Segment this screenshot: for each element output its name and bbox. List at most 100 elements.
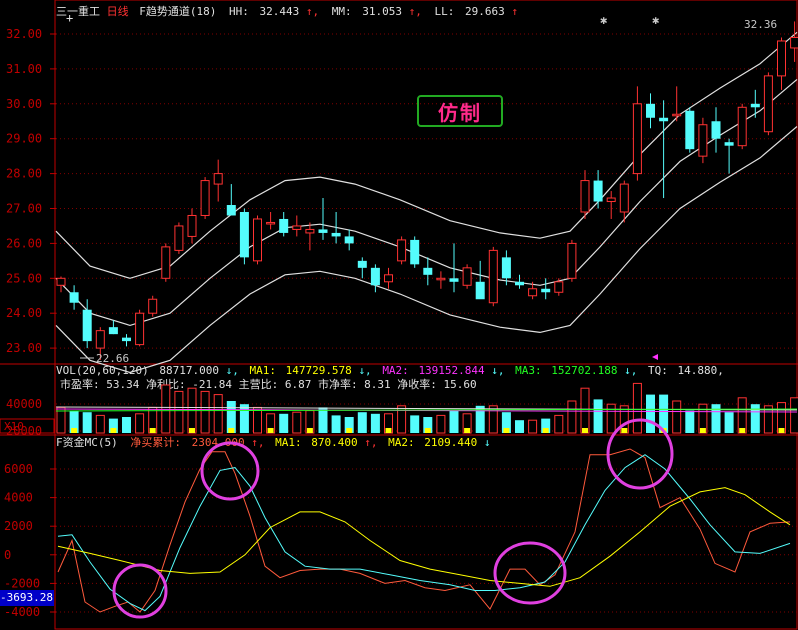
candlestick	[567, 239, 577, 282]
price-axis-label: 31.00	[6, 62, 42, 76]
volume-bar	[239, 404, 249, 433]
volume-marker	[346, 428, 353, 433]
candlestick	[69, 285, 79, 310]
stock-chart[interactable]: 三一重工 日线 F趋势通道(18) HH: 32.443 ↑, MM: 31.0…	[0, 0, 798, 630]
volume-bar	[174, 390, 184, 434]
volume-bar	[410, 415, 420, 433]
highlight-circle	[200, 441, 260, 501]
candlestick	[357, 257, 367, 279]
volume-marker	[267, 428, 274, 433]
volume-bar	[200, 390, 210, 434]
volume-bar	[724, 412, 734, 433]
volume-bar	[580, 387, 590, 434]
candlestick	[685, 107, 695, 153]
volume-bar	[593, 399, 603, 433]
price-axis-label: 24.00	[6, 306, 42, 320]
candlestick	[253, 215, 262, 265]
candlestick	[305, 222, 315, 251]
fund-axis-label: 6000	[4, 462, 33, 476]
volume-marker	[149, 428, 156, 433]
volume-bar	[213, 394, 223, 434]
volume-marker	[385, 428, 392, 433]
marker-triangle-icon	[652, 354, 658, 360]
candlestick	[122, 334, 131, 347]
header-line: 三一重工 日线 F趋势通道(18) HH: 32.443 ↑, MM: 31.0…	[56, 4, 518, 18]
fund-axis-label: 0	[4, 548, 11, 562]
candlestick	[423, 257, 433, 286]
volume-marker	[189, 428, 195, 433]
candlestick	[108, 320, 118, 335]
volume-bar	[292, 411, 302, 434]
candlestick	[344, 229, 354, 251]
financial-ratios: 市盈率: 53.34 净利比: -21.84 主营比: 6.87 市净率: 8.…	[60, 377, 477, 391]
candlestick	[777, 37, 786, 90]
volume-bar	[331, 415, 341, 433]
vol-unit: X10	[4, 420, 24, 433]
candlestick	[200, 177, 210, 219]
fund-axis-label: 4000	[4, 491, 33, 505]
price-axis-label: 26.00	[6, 236, 42, 250]
channel-upper-line	[55, 31, 798, 279]
volume-bar	[632, 382, 642, 434]
fund-axis-label: -2000	[4, 576, 40, 590]
vol-header: VOL(20,60,120) 88717.000 ↓, MA1: 147729.…	[56, 364, 724, 377]
candlestick	[488, 246, 498, 307]
volume-bar	[95, 414, 105, 434]
candlestick	[239, 208, 249, 265]
candlestick	[659, 100, 669, 199]
candlestick	[632, 86, 642, 181]
candlestick	[148, 295, 158, 317]
volume-marker	[503, 428, 510, 433]
volume-marker	[228, 428, 235, 433]
price-axis-label: 29.00	[6, 132, 42, 146]
candlestick	[606, 191, 616, 219]
volume-marker	[778, 428, 785, 433]
price-axis-label: 30.00	[6, 97, 42, 111]
candlestick	[672, 86, 682, 122]
candlestick	[462, 264, 472, 289]
candlestick	[318, 198, 328, 240]
candlestick	[436, 271, 446, 289]
price-axis-label: 25.00	[6, 271, 42, 285]
current-value-badge: -3693.28	[0, 590, 54, 606]
candlestick	[226, 184, 236, 216]
candlestick	[279, 211, 289, 237]
volume-bar	[672, 400, 682, 434]
candlestick	[711, 107, 721, 153]
fund-axis-label: -4000	[4, 605, 40, 619]
watermark-stamp: 仿制	[417, 95, 503, 127]
candlestick	[750, 89, 760, 118]
candlestick	[541, 278, 551, 300]
volume-bar	[253, 406, 262, 434]
candlestick	[475, 260, 485, 300]
candlestick	[56, 276, 66, 293]
candlestick	[397, 236, 407, 265]
highlight-circle	[112, 563, 168, 619]
volume-bar	[279, 413, 289, 433]
high-price-label: 32.36	[744, 18, 777, 31]
volume-bar	[737, 397, 747, 434]
volume-bar	[528, 419, 538, 434]
volume-bar	[135, 413, 145, 434]
candlestick	[593, 170, 603, 209]
stock-name: 三一重工	[56, 4, 100, 18]
price-axis-label: 28.00	[6, 167, 42, 181]
indicator-name: F趋势通道(18)	[139, 4, 216, 18]
candlestick	[724, 138, 734, 174]
cross-marker-icon: +	[66, 11, 73, 25]
candlestick	[763, 72, 773, 136]
volume-marker	[542, 428, 549, 433]
price-axis-label: 32.00	[6, 27, 42, 41]
candlestick	[161, 243, 171, 282]
candlestick	[266, 211, 276, 230]
candlestick	[174, 222, 184, 254]
volume-marker	[621, 428, 628, 433]
price-axis-label: 23.00	[6, 341, 42, 355]
volume-marker	[699, 428, 706, 433]
volume-bar	[567, 400, 577, 434]
volume-bar	[711, 404, 721, 433]
volume-marker	[739, 428, 746, 433]
hh-value: 32.443	[260, 5, 300, 18]
candlestick	[187, 208, 197, 244]
candlestick	[292, 215, 302, 237]
